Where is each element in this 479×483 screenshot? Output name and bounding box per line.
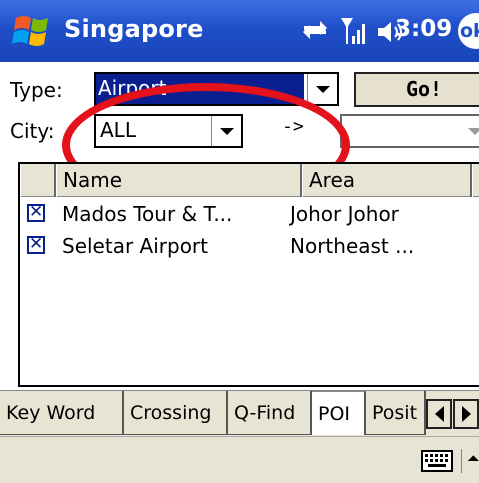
ok-button[interactable]: ok xyxy=(458,13,479,49)
city-dropdown-value: ALL xyxy=(100,118,136,142)
destination-dropdown[interactable] xyxy=(340,114,479,148)
type-dropdown-value: Airport xyxy=(96,74,304,104)
clock[interactable]: 3:09 xyxy=(395,16,452,42)
list-header: Name Area xyxy=(20,164,479,197)
list-item-name: Seletar Airport xyxy=(62,234,208,258)
tab-crossing[interactable]: Crossing xyxy=(124,391,228,435)
tab-q-find[interactable]: Q-Find xyxy=(228,391,312,435)
range-arrow-label: -> xyxy=(282,116,304,137)
tab-scroll-left-button[interactable] xyxy=(426,399,452,429)
type-dropdown[interactable]: Airport xyxy=(94,72,339,106)
chevron-down-icon xyxy=(315,85,330,93)
tab-poi[interactable]: POI xyxy=(312,391,366,435)
type-dropdown-arrow[interactable] xyxy=(307,74,337,104)
arrow-left-icon xyxy=(434,406,444,422)
column-header-name[interactable]: Name xyxy=(56,164,302,197)
type-label: Type: xyxy=(10,78,63,102)
column-header-area[interactable]: Area xyxy=(302,164,472,197)
list-item-area: Johor Johor xyxy=(290,202,399,226)
checkbox-checked[interactable]: ✕ xyxy=(27,236,45,254)
keyboard-icon[interactable] xyxy=(421,449,455,473)
list-item[interactable]: ✕ Mados Tour & T... Johor Johor xyxy=(20,198,479,230)
city-dropdown-arrow[interactable] xyxy=(211,116,241,146)
city-label: City: xyxy=(10,119,55,143)
windows-start-icon[interactable] xyxy=(10,8,56,54)
chevron-down-icon xyxy=(219,127,234,135)
destination-dropdown-value xyxy=(342,116,344,146)
checkbox-checked[interactable]: ✕ xyxy=(27,204,45,222)
destination-dropdown-arrow[interactable] xyxy=(460,116,479,146)
arrow-right-icon xyxy=(461,406,471,422)
city-dropdown[interactable]: ALL xyxy=(94,114,243,148)
chevron-down-icon xyxy=(468,127,479,135)
tab-key-word[interactable]: Key Word xyxy=(0,391,124,435)
poi-results-list[interactable]: Name Area ✕ Mados Tour & T... Johor Joho… xyxy=(18,162,479,387)
column-header-check[interactable] xyxy=(20,164,56,197)
input-method-arrow-icon[interactable] xyxy=(461,449,479,473)
list-item-area: Northeast ... xyxy=(290,234,415,258)
tab-strip: Key Word Crossing Q-Find POI Posit xyxy=(0,390,479,436)
search-form: Type: Airport Go! City: ALL -> xyxy=(0,62,479,207)
menu-bar xyxy=(0,436,479,483)
app-title: Singapore xyxy=(64,15,204,43)
tab-position[interactable]: Posit xyxy=(366,391,426,435)
list-item-name: Mados Tour & T... xyxy=(62,202,233,226)
tab-scroll-right-button[interactable] xyxy=(453,399,479,429)
go-button[interactable]: Go! xyxy=(354,72,479,107)
sync-icon[interactable] xyxy=(300,16,330,44)
column-header-extra[interactable] xyxy=(472,164,479,197)
list-item[interactable]: ✕ Seletar Airport Northeast ... xyxy=(20,230,479,262)
title-bar: Singapore 3:09 ok xyxy=(0,0,479,62)
signal-icon[interactable] xyxy=(339,14,369,46)
